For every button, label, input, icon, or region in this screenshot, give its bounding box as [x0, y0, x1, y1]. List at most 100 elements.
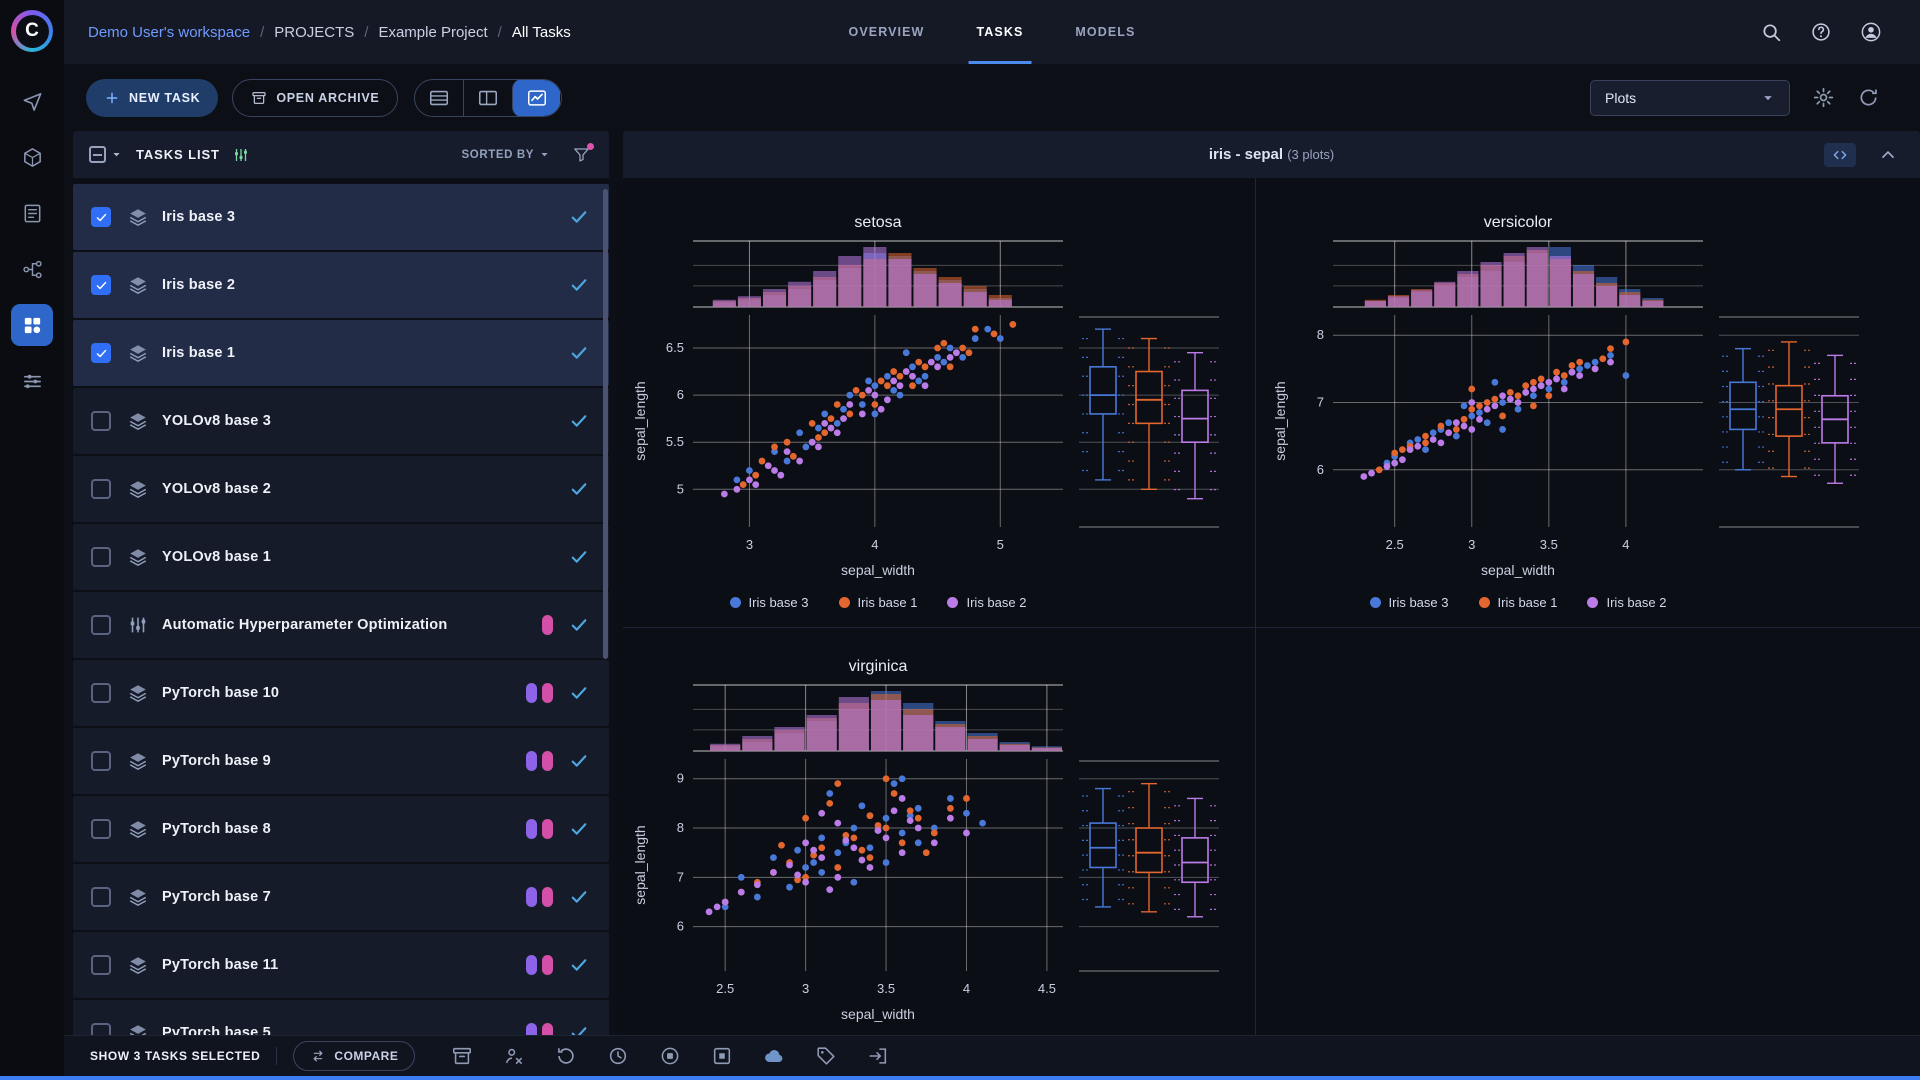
- plot-setosa[interactable]: 34555.566.5setosasepal_widthsepal_length…: [629, 211, 1229, 610]
- task-checkbox[interactable]: [91, 547, 111, 567]
- task-checkbox[interactable]: [91, 275, 111, 295]
- collapse-panel-icon[interactable]: [1878, 145, 1898, 165]
- archive-icon[interactable]: [451, 1045, 473, 1067]
- compare-button[interactable]: COMPARE: [293, 1041, 415, 1071]
- task-type-icon: [127, 342, 149, 364]
- task-row[interactable]: PyTorch base 8: [73, 796, 609, 862]
- task-checkbox[interactable]: [91, 819, 111, 839]
- plots-header-actions: [1824, 143, 1898, 167]
- customize-columns-icon[interactable]: [232, 146, 250, 164]
- task-checkbox[interactable]: [91, 343, 111, 363]
- sidebar-item-workers-queues[interactable]: [11, 360, 53, 402]
- sidebar-item-projects[interactable]: [11, 80, 53, 122]
- plots-group-title: iris - sepal (3 plots): [623, 146, 1920, 163]
- split-view-button[interactable]: [463, 79, 511, 117]
- open-archive-button[interactable]: OPEN ARCHIVE: [232, 79, 398, 117]
- sorted-by-dropdown[interactable]: SORTED BY: [462, 147, 553, 162]
- legend-item[interactable]: Iris base 1: [839, 595, 918, 610]
- compare-icon: [310, 1048, 326, 1064]
- task-checkbox[interactable]: [91, 887, 111, 907]
- status-completed-icon: [569, 751, 589, 771]
- artifact-icon[interactable]: [711, 1045, 733, 1067]
- reset-icon[interactable]: [555, 1045, 577, 1067]
- legend-color-dot: [730, 597, 741, 608]
- sidebar-item-datasets[interactable]: [11, 136, 53, 178]
- sidebar-nav: [11, 80, 53, 416]
- chevron-down-icon: [109, 147, 124, 162]
- breadcrumb-item[interactable]: Example Project: [378, 24, 487, 41]
- task-checkbox[interactable]: [91, 1023, 111, 1035]
- new-task-button[interactable]: NEW TASK: [86, 79, 218, 117]
- settings-gear-icon[interactable]: [1812, 86, 1835, 109]
- task-row[interactable]: Automatic Hyperparameter Optimization: [73, 592, 609, 658]
- tag-icon[interactable]: [815, 1045, 837, 1067]
- task-row[interactable]: PyTorch base 5: [73, 1000, 609, 1035]
- legend-item[interactable]: Iris base 3: [1370, 595, 1449, 610]
- clearml-logo[interactable]: C: [11, 10, 53, 52]
- user-avatar[interactable]: [1860, 21, 1882, 43]
- task-checkbox[interactable]: [91, 751, 111, 771]
- task-row[interactable]: PyTorch base 10: [73, 660, 609, 726]
- task-checkbox[interactable]: [91, 955, 111, 975]
- history-icon[interactable]: [607, 1045, 629, 1067]
- task-name: YOLOv8 base 1: [162, 549, 271, 565]
- task-row[interactable]: PyTorch base 11: [73, 932, 609, 998]
- tasks-scrollbar[interactable]: [603, 189, 608, 659]
- legend-item[interactable]: Iris base 1: [1479, 595, 1558, 610]
- task-row[interactable]: YOLOv8 base 3: [73, 388, 609, 454]
- task-row[interactable]: YOLOv8 base 2: [73, 456, 609, 522]
- legend-item[interactable]: Iris base 2: [1587, 595, 1666, 610]
- select-all-box: [89, 146, 106, 163]
- svg-text:6: 6: [677, 919, 684, 934]
- svg-text:virginica: virginica: [849, 658, 908, 675]
- task-checkbox[interactable]: [91, 615, 111, 635]
- legend-color-dot: [839, 597, 850, 608]
- task-row[interactable]: Iris base 3: [73, 184, 609, 250]
- toolbar-right: Plots: [1590, 64, 1880, 131]
- status-completed-icon: [569, 955, 589, 975]
- tasks-list-rows: Iris base 3Iris base 2Iris base 1YOLOv8 …: [73, 184, 609, 1035]
- task-checkbox[interactable]: [91, 207, 111, 227]
- task-row[interactable]: PyTorch base 7: [73, 864, 609, 930]
- select-all-checkbox[interactable]: [89, 146, 124, 163]
- task-row[interactable]: PyTorch base 9: [73, 728, 609, 794]
- tab-overview[interactable]: OVERVIEW: [849, 0, 925, 64]
- task-checkbox[interactable]: [91, 683, 111, 703]
- auto-refresh-icon[interactable]: [1857, 86, 1880, 109]
- legend-item[interactable]: Iris base 2: [947, 595, 1026, 610]
- task-row[interactable]: Iris base 1: [73, 320, 609, 386]
- embed-code-button[interactable]: [1824, 143, 1856, 167]
- move-to-project-icon[interactable]: [867, 1045, 889, 1067]
- task-type-icon: [127, 818, 149, 840]
- tab-tasks[interactable]: TASKS: [976, 0, 1023, 64]
- table-view-button[interactable]: [415, 79, 463, 117]
- plot-versicolor[interactable]: 2.533.54678versicolorsepal_widthsepal_le…: [1269, 211, 1869, 610]
- search-icon[interactable]: [1760, 21, 1782, 43]
- task-row[interactable]: Iris base 2: [73, 252, 609, 318]
- cloud-upload-icon[interactable]: [763, 1045, 785, 1067]
- sidebar-item-reports[interactable]: [11, 192, 53, 234]
- plot-virginica[interactable]: 2.533.544.56789virginicasepal_widthsepal…: [629, 655, 1229, 1035]
- task-checkbox[interactable]: [91, 411, 111, 431]
- abort-icon[interactable]: [659, 1045, 681, 1067]
- dequeue-icon[interactable]: [503, 1045, 525, 1067]
- task-checkbox[interactable]: [91, 479, 111, 499]
- help-icon[interactable]: [1810, 21, 1832, 43]
- svg-text:7: 7: [677, 869, 684, 884]
- breadcrumb-item[interactable]: All Tasks: [512, 24, 571, 41]
- filter-funnel-icon[interactable]: [572, 145, 591, 164]
- breadcrumb-item[interactable]: PROJECTS: [274, 24, 354, 41]
- chart-view-button[interactable]: [512, 79, 560, 117]
- tab-models[interactable]: MODELS: [1075, 0, 1135, 64]
- task-row[interactable]: YOLOv8 base 1: [73, 524, 609, 590]
- applications-icon: [21, 314, 44, 337]
- metric-view-dropdown[interactable]: Plots: [1590, 80, 1790, 116]
- sidebar-item-pipelines[interactable]: [11, 248, 53, 290]
- compare-label: COMPARE: [334, 1049, 398, 1063]
- breadcrumb-item[interactable]: Demo User's workspace: [88, 24, 250, 41]
- plots-divider-vertical: [1255, 178, 1256, 1035]
- legend-item[interactable]: Iris base 3: [730, 595, 809, 610]
- logo-letter: C: [25, 20, 39, 42]
- legend-label: Iris base 3: [1389, 595, 1449, 610]
- sidebar-item-applications[interactable]: [11, 304, 53, 346]
